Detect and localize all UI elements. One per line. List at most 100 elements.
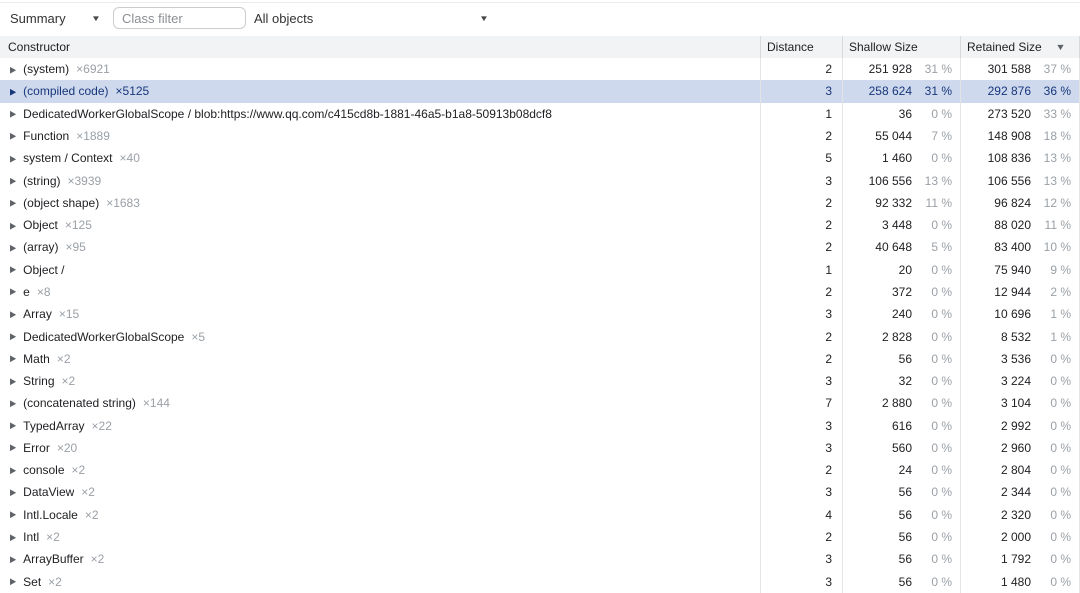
- expand-arrow-icon[interactable]: ▶: [10, 265, 16, 275]
- distance-value: 3: [760, 303, 842, 325]
- table-row[interactable]: ▶ Object / 1 20 0 % 75 940 9 %: [0, 259, 1080, 281]
- retained-size-value: 3 536: [961, 352, 1031, 366]
- shallow-size-cell: 56 0 %: [842, 481, 960, 503]
- expand-arrow-icon[interactable]: ▶: [10, 198, 16, 208]
- expand-arrow-icon[interactable]: ▶: [10, 554, 16, 564]
- expand-arrow-icon[interactable]: ▶: [10, 153, 16, 163]
- table-row[interactable]: ▶ Object ×125 2 3 448 0 % 88 020 11 %: [0, 214, 1080, 236]
- retained-size-value: 2 320: [961, 508, 1031, 522]
- instance-count: ×1889: [76, 129, 110, 143]
- table-row[interactable]: ▶ (concatenated string) ×144 7 2 880 0 %…: [0, 392, 1080, 414]
- shallow-size-value: 258 624: [843, 84, 912, 98]
- table-row[interactable]: ▶ Math ×2 2 56 0 % 3 536 0 %: [0, 348, 1080, 370]
- expand-arrow-icon[interactable]: ▶: [10, 220, 16, 230]
- retained-size-percent: 0 %: [1031, 575, 1071, 589]
- table-row[interactable]: ▶ DedicatedWorkerGlobalScope / blob:http…: [0, 103, 1080, 125]
- expand-arrow-icon[interactable]: ▶: [10, 376, 16, 386]
- expand-arrow-icon[interactable]: ▶: [10, 510, 16, 520]
- expand-arrow-icon[interactable]: ▶: [10, 577, 16, 587]
- shallow-size-value: 2 880: [843, 396, 912, 410]
- shallow-size-cell: 251 928 31 %: [842, 58, 960, 80]
- table-body: ▶ (system) ×6921 2 251 928 31 % 301 588 …: [0, 58, 1080, 593]
- table-row[interactable]: ▶ system / Context ×40 5 1 460 0 % 108 8…: [0, 147, 1080, 169]
- table-row[interactable]: ▶ (array) ×95 2 40 648 5 % 83 400 10 %: [0, 236, 1080, 258]
- retained-size-percent: 0 %: [1031, 352, 1071, 366]
- expand-arrow-icon[interactable]: ▶: [10, 64, 16, 74]
- expand-arrow-icon[interactable]: ▶: [10, 421, 16, 431]
- expand-arrow-icon[interactable]: ▶: [10, 398, 16, 408]
- table-row[interactable]: ▶ Function ×1889 2 55 044 7 % 148 908 18…: [0, 125, 1080, 147]
- table-row[interactable]: ▶ (string) ×3939 3 106 556 13 % 106 556 …: [0, 169, 1080, 191]
- constructor-cell: ▶ DedicatedWorkerGlobalScope ×5: [0, 325, 760, 347]
- expand-arrow-icon[interactable]: ▶: [10, 86, 16, 96]
- expand-arrow-icon[interactable]: ▶: [10, 443, 16, 453]
- instance-count: ×125: [65, 218, 92, 232]
- table-row[interactable]: ▶ (system) ×6921 2 251 928 31 % 301 588 …: [0, 58, 1080, 80]
- shallow-size-percent: 5 %: [912, 240, 952, 254]
- retained-size-percent: 0 %: [1031, 530, 1071, 544]
- expand-arrow-icon[interactable]: ▶: [10, 309, 16, 319]
- shallow-size-value: 106 556: [843, 174, 912, 188]
- table-row[interactable]: ▶ e ×8 2 372 0 % 12 944 2 %: [0, 281, 1080, 303]
- table-row[interactable]: ▶ ArrayBuffer ×2 3 56 0 % 1 792 0 %: [0, 548, 1080, 570]
- perspective-select[interactable]: Summary ▼: [10, 6, 100, 30]
- expand-arrow-icon[interactable]: ▶: [10, 176, 16, 186]
- shallow-size-percent: 0 %: [912, 330, 952, 344]
- constructor-cell: ▶ Intl.Locale ×2: [0, 504, 760, 526]
- expand-arrow-icon[interactable]: ▶: [10, 131, 16, 141]
- table-row[interactable]: ▶ Array ×15 3 240 0 % 10 696 1 %: [0, 303, 1080, 325]
- shallow-size-cell: 372 0 %: [842, 281, 960, 303]
- retained-size-cell: 1 792 0 %: [960, 548, 1080, 570]
- constructor-cell: ▶ Set ×2: [0, 570, 760, 592]
- table-row[interactable]: ▶ TypedArray ×22 3 616 0 % 2 992 0 %: [0, 415, 1080, 437]
- table-row[interactable]: ▶ DedicatedWorkerGlobalScope ×5 2 2 828 …: [0, 325, 1080, 347]
- expand-arrow-icon[interactable]: ▶: [10, 287, 16, 297]
- expand-arrow-icon[interactable]: ▶: [10, 332, 16, 342]
- constructor-name: Object /: [23, 263, 64, 277]
- table-row[interactable]: ▶ (object shape) ×1683 2 92 332 11 % 96 …: [0, 192, 1080, 214]
- shallow-size-value: 56: [843, 508, 912, 522]
- expand-arrow-icon[interactable]: ▶: [10, 109, 16, 119]
- table-row[interactable]: ▶ DataView ×2 3 56 0 % 2 344 0 %: [0, 481, 1080, 503]
- table-row[interactable]: ▶ Set ×2 3 56 0 % 1 480 0 %: [0, 570, 1080, 592]
- column-header-distance[interactable]: Distance: [760, 36, 842, 58]
- shallow-size-percent: 0 %: [912, 263, 952, 277]
- table-row[interactable]: ▶ String ×2 3 32 0 % 3 224 0 %: [0, 370, 1080, 392]
- table-row[interactable]: ▶ Intl.Locale ×2 4 56 0 % 2 320 0 %: [0, 504, 1080, 526]
- expand-arrow-icon[interactable]: ▶: [10, 354, 16, 364]
- shallow-size-percent: 0 %: [912, 218, 952, 232]
- table-row[interactable]: ▶ console ×2 2 24 0 % 2 804 0 %: [0, 459, 1080, 481]
- constructor-cell: ▶ Function ×1889: [0, 125, 760, 147]
- instance-count: ×2: [62, 374, 76, 388]
- retained-size-percent: 37 %: [1031, 62, 1071, 76]
- constructor-cell: ▶ DedicatedWorkerGlobalScope / blob:http…: [0, 103, 760, 125]
- shallow-size-cell: 2 828 0 %: [842, 325, 960, 347]
- expand-arrow-icon[interactable]: ▶: [10, 532, 16, 542]
- instance-count: ×20: [57, 441, 77, 455]
- column-header-shallow-size[interactable]: Shallow Size: [842, 36, 960, 58]
- retained-size-percent: 18 %: [1031, 129, 1071, 143]
- expand-arrow-icon[interactable]: ▶: [10, 488, 16, 498]
- shallow-size-cell: 1 460 0 %: [842, 147, 960, 169]
- expand-arrow-icon[interactable]: ▶: [10, 465, 16, 475]
- retained-size-value: 10 696: [961, 307, 1031, 321]
- class-filter-input[interactable]: [113, 7, 246, 29]
- shallow-size-cell: 240 0 %: [842, 303, 960, 325]
- shallow-size-value: 56: [843, 485, 912, 499]
- shallow-size-value: 251 928: [843, 62, 912, 76]
- expand-arrow-icon[interactable]: ▶: [10, 242, 16, 252]
- constructor-name: DataView: [23, 485, 74, 499]
- distance-value: 2: [760, 281, 842, 303]
- retained-size-percent: 2 %: [1031, 285, 1071, 299]
- table-row[interactable]: ▶ (compiled code) ×5125 3 258 624 31 % 2…: [0, 80, 1080, 102]
- retained-size-value: 108 836: [961, 151, 1031, 165]
- column-header-constructor[interactable]: Constructor: [0, 36, 760, 58]
- objects-filter-select[interactable]: All objects ▼: [254, 6, 488, 30]
- shallow-size-value: 372: [843, 285, 912, 299]
- table-row[interactable]: ▶ Error ×20 3 560 0 % 2 960 0 %: [0, 437, 1080, 459]
- table-row[interactable]: ▶ Intl ×2 2 56 0 % 2 000 0 %: [0, 526, 1080, 548]
- retained-size-cell: 301 588 37 %: [960, 58, 1080, 80]
- retained-size-percent: 9 %: [1031, 263, 1071, 277]
- column-header-retained-size[interactable]: Retained Size ▼: [960, 36, 1080, 58]
- shallow-size-cell: 560 0 %: [842, 437, 960, 459]
